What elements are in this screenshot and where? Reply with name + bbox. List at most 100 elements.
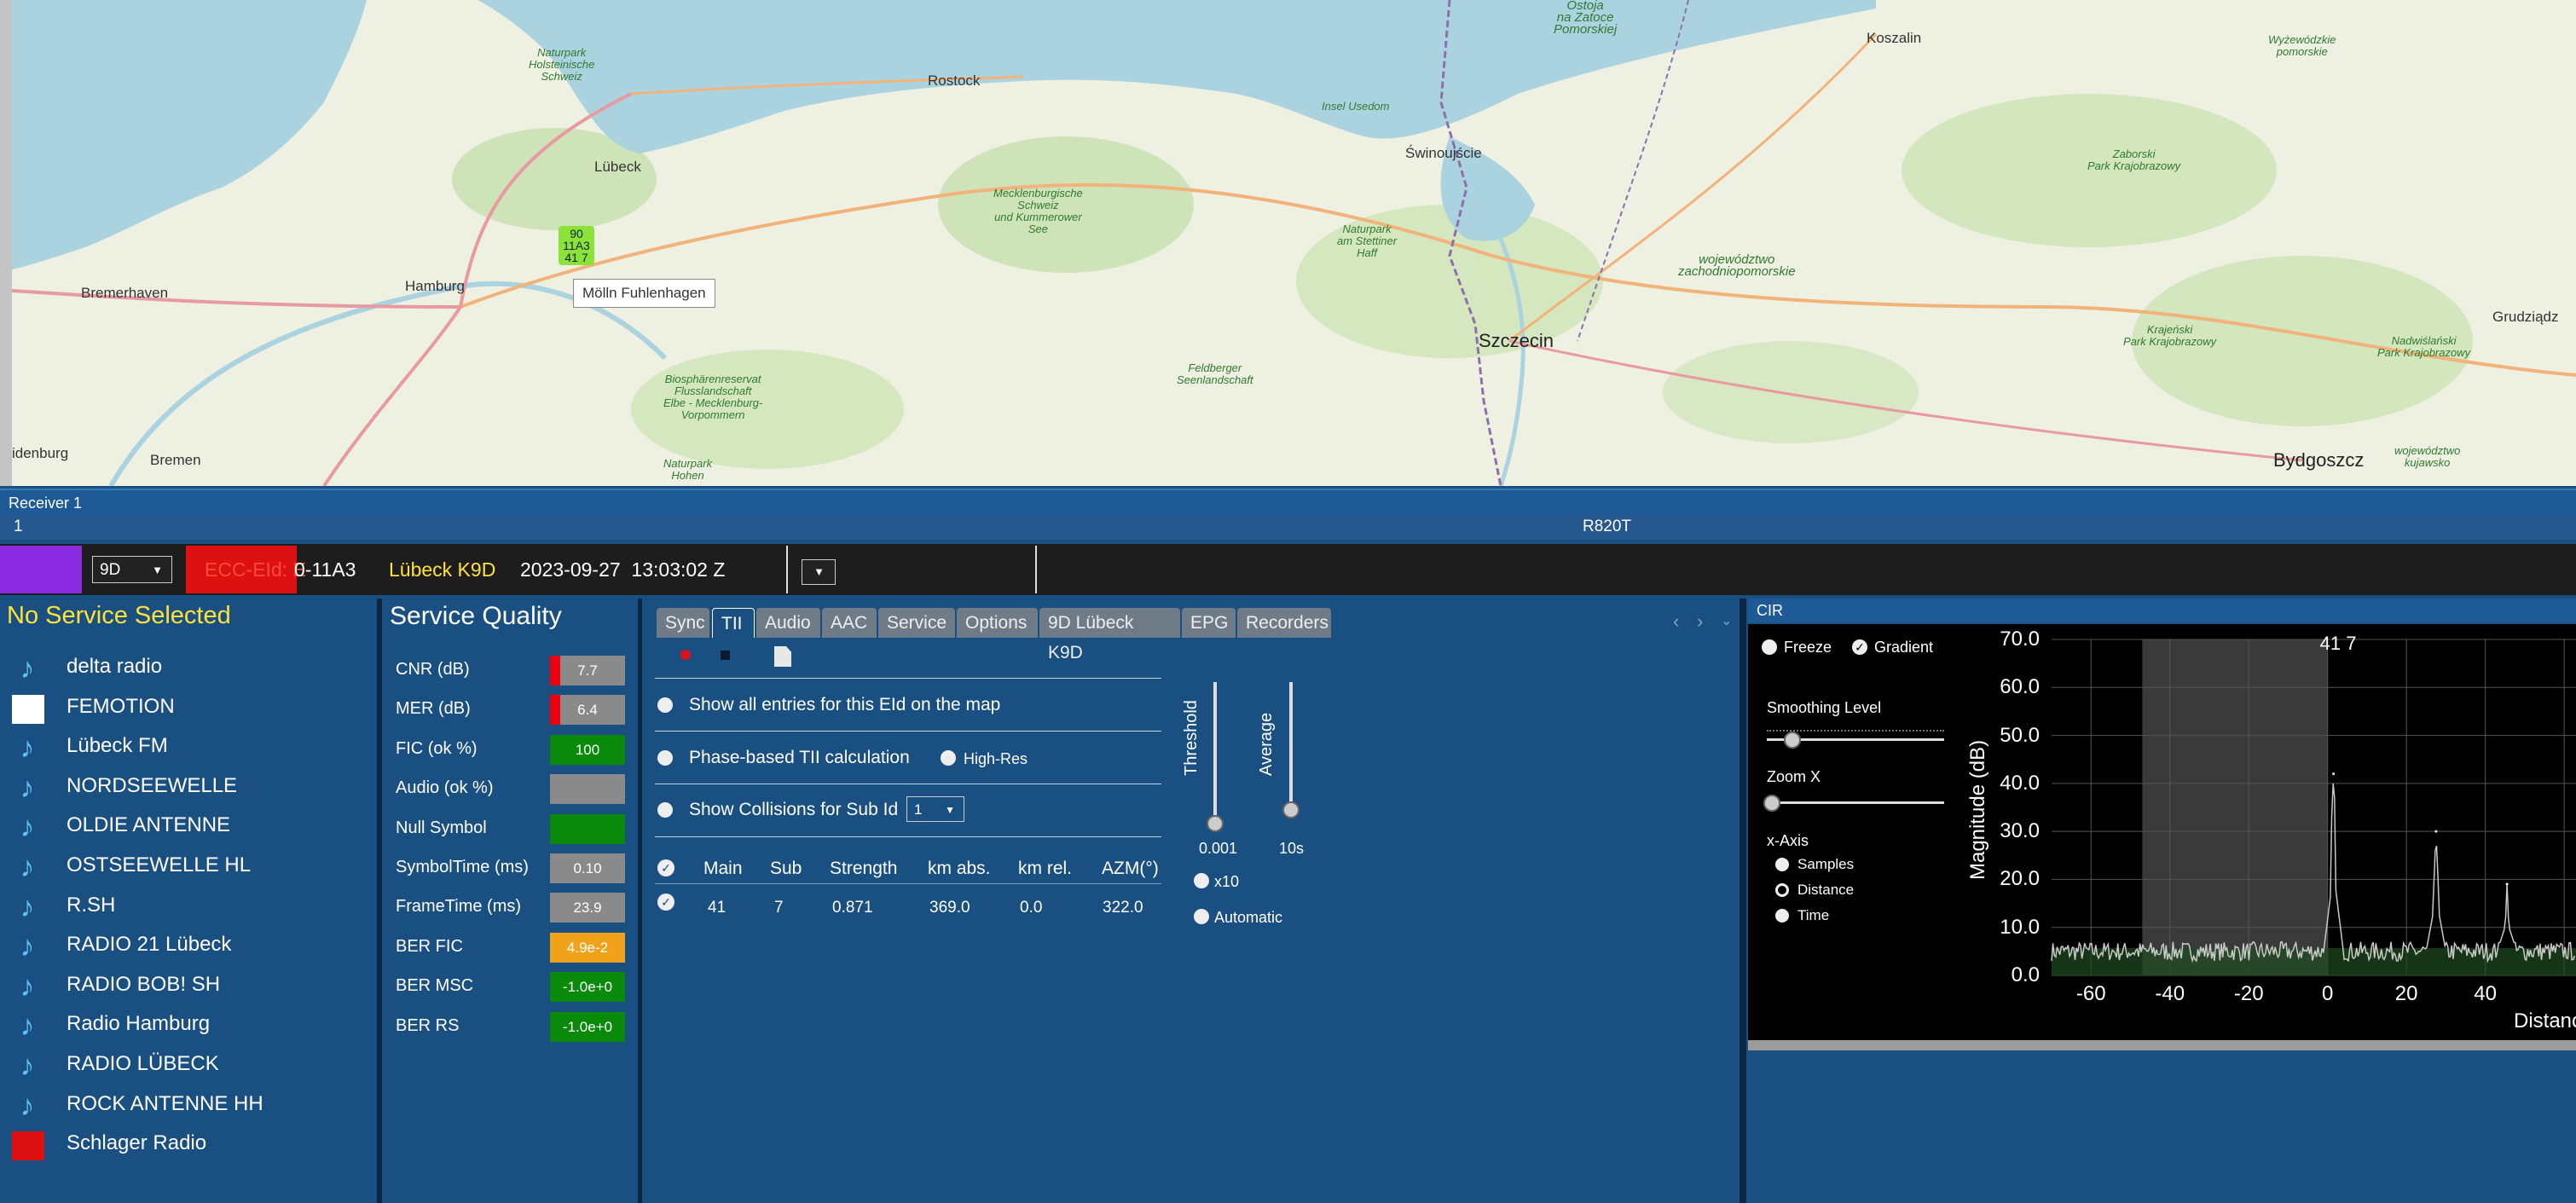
map-label-usedom: Insel Usedom xyxy=(1322,100,1390,113)
channel-value: 9D xyxy=(100,561,121,579)
service-item-label: FEMOTION xyxy=(67,694,175,718)
receiver-color-swatch[interactable] xyxy=(0,546,82,593)
quality-label: Audio (ok %) xyxy=(396,778,494,798)
service-item[interactable]: Schlager Radio xyxy=(0,1123,375,1162)
panel-divider[interactable] xyxy=(377,599,382,1203)
x10-label: x10 xyxy=(1214,873,1240,890)
service-item-label: Schlager Radio xyxy=(67,1131,207,1155)
x-axis-time-radio[interactable] xyxy=(1775,909,1789,922)
tab-sync[interactable]: Sync xyxy=(657,608,709,638)
phase-based-radio[interactable] xyxy=(657,750,673,766)
x-tick-label: -60 xyxy=(2075,982,2106,1005)
quality-value: -1.0e+0 xyxy=(562,979,613,996)
tab-recorders[interactable]: Recorders xyxy=(1237,608,1331,638)
tab-tii[interactable]: TII xyxy=(712,608,755,638)
map-label-zachodniopomorskie: województwo zachodniopomorskie xyxy=(1678,252,1796,279)
select-all-checkbox[interactable]: ✓ xyxy=(657,859,674,876)
threshold-slider[interactable] xyxy=(1213,682,1217,827)
service-item-label: OSTSEEWELLE HL xyxy=(67,853,252,876)
music-note-icon: ♪ xyxy=(20,1089,35,1122)
smoothing-slider-handle[interactable] xyxy=(1784,732,1801,749)
map-label-stettiner-haff: Naturpark am Stettiner Haff xyxy=(1337,223,1398,259)
quality-label: BER MSC xyxy=(396,976,474,996)
row-checkbox[interactable]: ✓ xyxy=(657,894,674,911)
map-view[interactable]: Lübeck Rostock Koszalin Świnoujście Szcz… xyxy=(0,0,2576,486)
freeze-checkbox[interactable] xyxy=(1762,639,1777,655)
quality-value-indicator: 7.7 xyxy=(550,656,625,685)
tab-options[interactable]: Options xyxy=(957,608,1038,638)
column-header[interactable]: km abs. xyxy=(928,859,991,879)
quality-label: MER (dB) xyxy=(396,699,471,719)
map-label-kujawsko: województwo kujawsko xyxy=(2394,444,2461,469)
panel-divider[interactable] xyxy=(1740,599,1746,1203)
column-header[interactable]: Sub xyxy=(770,859,802,879)
service-item[interactable]: ♪ R.SH xyxy=(0,885,375,924)
tab-audio[interactable]: Audio xyxy=(756,608,820,638)
service-item-label: Radio Hamburg xyxy=(67,1012,211,1036)
table-cell: 0.871 xyxy=(832,899,873,917)
document-icon[interactable] xyxy=(774,646,791,667)
gradient-checkbox[interactable]: ✓ xyxy=(1852,639,1867,655)
quality-value: 7.7 xyxy=(577,662,598,679)
zoom-slider-handle[interactable] xyxy=(1763,795,1780,812)
column-header[interactable]: Strength xyxy=(830,859,897,879)
service-item[interactable]: ♪ RADIO 21 Lübeck xyxy=(0,924,375,963)
average-slider[interactable] xyxy=(1289,682,1293,810)
service-item[interactable]: ♪ ROCK ANTENNE HH xyxy=(0,1084,375,1123)
automatic-radio[interactable] xyxy=(1194,909,1209,924)
average-slider-handle[interactable] xyxy=(1282,801,1300,818)
quality-value: 0.10 xyxy=(573,860,602,876)
service-item-label: OLDIE ANTENNE xyxy=(67,813,231,837)
threshold-slider-handle[interactable] xyxy=(1207,815,1224,832)
tab-aac[interactable]: AAC xyxy=(822,608,877,638)
x-axis-samples-radio[interactable] xyxy=(1775,858,1789,871)
column-header[interactable]: Main xyxy=(703,859,743,879)
table-cell: 7 xyxy=(774,899,784,917)
y-axis-title: Magnitude (dB) xyxy=(1966,739,1989,880)
quality-label: BER FIC xyxy=(396,936,463,956)
service-item[interactable]: ♪ OSTSEEWELLE HL xyxy=(0,845,375,884)
quality-row: SymbolTime (ms) 0.10 xyxy=(384,849,640,885)
sub-id-dropdown[interactable]: 1 ▼ xyxy=(906,796,964,822)
tab-service[interactable]: Service xyxy=(878,608,955,638)
tab-9d-l-beck-k9d[interactable]: 9D Lübeck K9D xyxy=(1039,608,1180,662)
x-axis-distance-radio[interactable] xyxy=(1775,883,1789,897)
record-icon[interactable] xyxy=(680,650,691,660)
y-tick-label: 50.0 xyxy=(2000,723,2040,747)
channel-dropdown[interactable]: 9D ▼ xyxy=(92,556,172,583)
show-collisions-radio[interactable] xyxy=(657,802,673,818)
column-header[interactable]: AZM(°) xyxy=(1102,859,1159,879)
transmitter-marker[interactable]: 90 11A3 41 7 xyxy=(559,226,594,265)
station-logo-icon xyxy=(12,694,44,724)
x-tick-label: 20 xyxy=(2394,982,2418,1005)
service-item[interactable]: ♪ NORDSEEWELLE xyxy=(0,766,375,805)
show-all-entries-radio[interactable] xyxy=(657,697,673,713)
service-item[interactable]: ♪ Lübeck FM xyxy=(0,726,375,765)
phase-based-label: Phase-based TII calculation xyxy=(689,748,910,767)
service-item[interactable]: FEMOTION xyxy=(0,686,375,726)
service-item[interactable]: ♪ OLDIE ANTENNE xyxy=(0,805,375,844)
service-item[interactable]: ♪ RADIO LÜBECK xyxy=(0,1044,375,1083)
service-item-label: RADIO LÜBECK xyxy=(67,1052,219,1075)
divider xyxy=(655,836,1161,837)
stop-icon[interactable] xyxy=(721,651,730,660)
cir-scrollbar[interactable] xyxy=(1748,1040,2576,1050)
low-level-marker xyxy=(550,695,560,726)
cir-peak-point xyxy=(2332,772,2336,776)
column-header[interactable]: km rel. xyxy=(1018,859,1072,879)
service-item[interactable]: ♪ Radio Hamburg xyxy=(0,1003,375,1043)
cir-plot[interactable]: 41 7 xyxy=(2033,624,2576,1040)
extra-dropdown[interactable]: ▼ xyxy=(802,559,836,585)
ecc-value: 0-11A3 xyxy=(294,558,356,581)
map-label-feldberger: Feldberger Seenlandschaft xyxy=(1177,361,1253,386)
zoom-slider[interactable] xyxy=(1767,801,1944,804)
high-res-radio[interactable] xyxy=(941,750,956,766)
quality-value-indicator: -1.0e+0 xyxy=(550,1011,625,1042)
tab-scroll-right-icon[interactable]: › xyxy=(1697,610,1703,633)
tab-scroll-left-icon[interactable]: ‹ xyxy=(1673,610,1679,633)
x10-radio[interactable] xyxy=(1194,873,1209,888)
tab-list-icon[interactable]: ⌄ xyxy=(1721,612,1732,629)
service-item[interactable]: ♪ delta radio xyxy=(0,646,375,685)
y-tick-label: 20.0 xyxy=(2000,867,2040,891)
service-item[interactable]: ♪ RADIO BOB! SH xyxy=(0,964,375,1003)
